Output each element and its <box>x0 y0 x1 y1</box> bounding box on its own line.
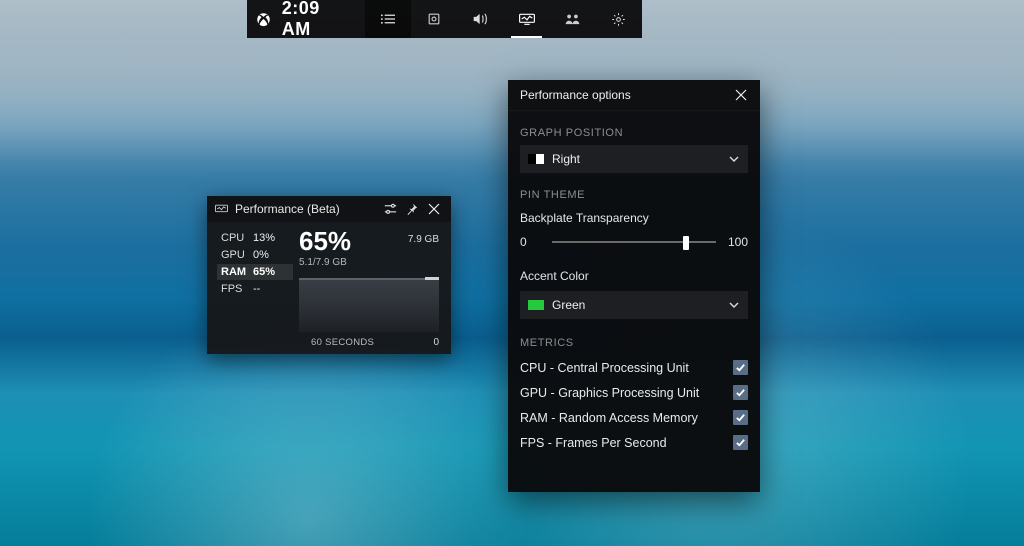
metrics-heading: METRICS <box>520 337 748 349</box>
chevron-down-icon <box>728 299 740 311</box>
xbox-button[interactable] <box>247 12 280 27</box>
graph-position-value: Right <box>552 152 728 166</box>
slider-min: 0 <box>520 235 542 249</box>
metric-option-1[interactable]: GPU - Graphics Processing Unit <box>520 380 748 405</box>
performance-pin-button[interactable] <box>401 198 423 220</box>
checkbox[interactable] <box>733 385 748 400</box>
chart-current-marker <box>425 277 439 280</box>
gear-icon <box>611 12 626 27</box>
capture-icon <box>427 12 441 26</box>
capture-button[interactable] <box>411 0 457 38</box>
usage-chart <box>299 278 439 332</box>
graph-area: 65% 5.1/7.9 GB 7.9 GB 60 SECONDS 0 <box>293 222 451 354</box>
options-close-button[interactable] <box>730 84 752 106</box>
performance-title: Performance (Beta) <box>235 202 379 216</box>
audio-button[interactable] <box>457 0 503 38</box>
game-bar-topbar: 2:09 AM <box>247 0 642 38</box>
graph-position-select[interactable]: Right <box>520 145 748 173</box>
performance-icon <box>519 13 535 25</box>
metric-option-label: FPS - Frames Per Second <box>520 436 667 450</box>
chart-line <box>299 278 439 280</box>
accent-color-value: Green <box>552 298 728 312</box>
metric-fps[interactable]: FPS -- <box>217 281 293 297</box>
pin-theme-heading: PIN THEME <box>520 189 748 201</box>
position-glyph-icon <box>528 154 544 164</box>
metrics-list: CPU 13% GPU 0% RAM 65% FPS -- <box>207 222 293 354</box>
chevron-down-icon <box>728 153 740 165</box>
metric-option-3[interactable]: FPS - Frames Per Second <box>520 430 748 455</box>
slider-track[interactable] <box>552 241 716 243</box>
performance-icon <box>215 204 229 214</box>
desktop-background: 2:09 AM <box>0 0 1024 546</box>
checkbox[interactable] <box>733 410 748 425</box>
accent-color-select[interactable]: Green <box>520 291 748 319</box>
graph-position-heading: GRAPH POSITION <box>520 127 748 139</box>
graph-time-label: 60 SECONDS <box>311 337 374 348</box>
sliders-icon <box>384 203 397 215</box>
metric-gpu[interactable]: GPU 0% <box>217 247 293 263</box>
speaker-icon <box>472 12 489 26</box>
color-swatch-icon <box>528 300 544 310</box>
metric-option-label: RAM - Random Access Memory <box>520 411 698 425</box>
options-titlebar[interactable]: Performance options <box>508 80 760 111</box>
metric-option-label: GPU - Graphics Processing Unit <box>520 386 699 400</box>
metric-option-0[interactable]: CPU - Central Processing Unit <box>520 355 748 380</box>
performance-close-button[interactable] <box>423 198 445 220</box>
social-button[interactable] <box>550 0 596 38</box>
options-title: Performance options <box>520 88 730 102</box>
close-icon <box>428 203 440 215</box>
performance-options-button[interactable] <box>379 198 401 220</box>
check-icon <box>735 387 746 398</box>
checkbox[interactable] <box>733 360 748 375</box>
list-icon <box>380 13 395 25</box>
checkbox[interactable] <box>733 435 748 450</box>
metric-option-2[interactable]: RAM - Random Access Memory <box>520 405 748 430</box>
slider-thumb[interactable] <box>683 236 689 250</box>
settings-button[interactable] <box>596 0 642 38</box>
metric-option-label: CPU - Central Processing Unit <box>520 361 689 375</box>
transparency-slider[interactable]: 0 100 <box>520 233 748 255</box>
widgets-menu-button[interactable] <box>365 0 411 38</box>
accent-heading: Accent Color <box>520 269 748 283</box>
slider-max: 100 <box>726 235 748 249</box>
check-icon <box>735 412 746 423</box>
clock: 2:09 AM <box>280 0 365 40</box>
performance-options-panel: Performance options GRAPH POSITION Right… <box>508 80 760 492</box>
metric-ram[interactable]: RAM 65% <box>217 264 293 280</box>
performance-button[interactable] <box>503 0 549 38</box>
check-icon <box>735 437 746 448</box>
metric-cpu[interactable]: CPU 13% <box>217 230 293 246</box>
xbox-icon <box>256 12 271 27</box>
pin-icon <box>406 203 418 215</box>
transparency-label: Backplate Transparency <box>520 211 748 225</box>
performance-titlebar[interactable]: Performance (Beta) <box>207 196 451 222</box>
check-icon <box>735 362 746 373</box>
graph-zero-label: 0 <box>433 337 439 348</box>
performance-widget: Performance (Beta) CPU <box>207 196 451 354</box>
close-icon <box>735 89 747 101</box>
xbox-social-icon <box>564 13 581 25</box>
graph-max-label: 7.9 GB <box>408 234 439 245</box>
graph-sub-value: 5.1/7.9 GB <box>299 257 441 268</box>
